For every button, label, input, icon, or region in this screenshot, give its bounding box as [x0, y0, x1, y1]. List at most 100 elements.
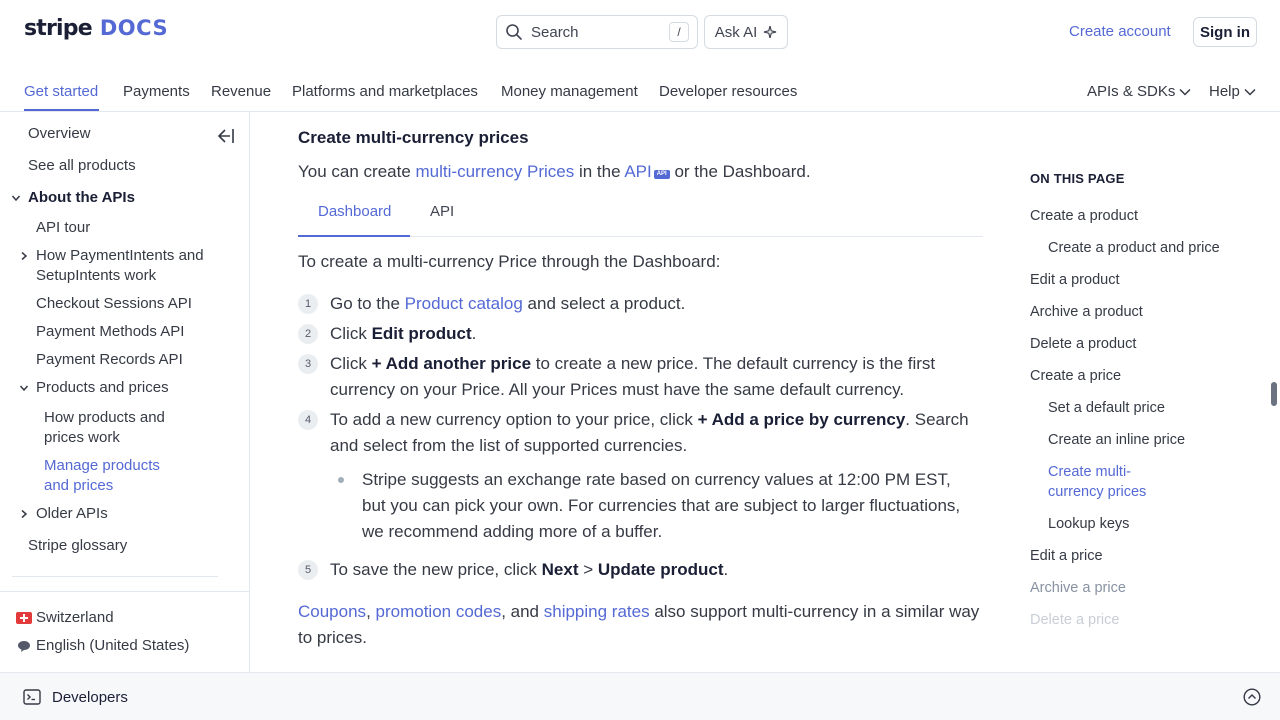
sidebar-item-older-apis[interactable]: Older APIs	[36, 504, 108, 524]
developers-footer: Developers	[0, 672, 1280, 720]
sidebar-item-how-paymentintents[interactable]: How PaymentIntents and	[36, 246, 204, 266]
sidebar-item-manage-products[interactable]: Manage products	[44, 456, 160, 476]
intro-paragraph: You can create multi-currency Prices in …	[298, 159, 811, 185]
tab-active-underline	[298, 235, 410, 237]
toc-item[interactable]: Archive a price	[1030, 578, 1126, 598]
nav-item-payments[interactable]: Payments	[123, 83, 190, 100]
toc-item[interactable]: Create a product	[1030, 206, 1138, 226]
sidebar-divider	[12, 576, 218, 577]
nav-active-underline	[24, 109, 99, 111]
sidebar-item-how-products-work[interactable]: How products and	[44, 408, 165, 428]
step-text: and select a product.	[522, 294, 686, 313]
bullet-dot	[338, 477, 344, 483]
sidebar-item-how-paymentintents-cont[interactable]: SetupIntents work	[36, 266, 156, 286]
logo-docs: DOCS	[99, 16, 169, 40]
chevron-down-icon[interactable]	[19, 383, 29, 393]
search-shortcut-key: /	[669, 22, 689, 42]
tab-dashboard[interactable]: Dashboard	[318, 203, 391, 220]
promotion-codes-link[interactable]: promotion codes	[376, 602, 502, 621]
nav-item-get-started[interactable]: Get started	[24, 83, 98, 100]
search-placeholder: Search	[531, 23, 579, 41]
sidebar-item-products-and-prices[interactable]: Products and prices	[36, 378, 169, 398]
step-number: 4	[298, 410, 318, 430]
chevron-up-circle-icon[interactable]	[1243, 688, 1261, 706]
sidebar-item-payment-methods[interactable]: Payment Methods API	[36, 322, 184, 342]
step-1: Go to the Product catalog and select a p…	[330, 291, 985, 317]
nav-item-revenue[interactable]: Revenue	[211, 83, 271, 100]
search-input[interactable]: Search /	[496, 15, 698, 49]
country-selector[interactable]: Switzerland	[36, 608, 114, 628]
step-text: Click	[330, 324, 372, 343]
toc-item[interactable]: Edit a price	[1030, 546, 1103, 566]
sidebar-item-overview[interactable]: Overview	[28, 124, 91, 144]
ask-ai-button[interactable]: Ask AI	[704, 15, 788, 49]
toc-item[interactable]: Edit a product	[1030, 270, 1119, 290]
toc-item[interactable]: Archive a product	[1030, 302, 1143, 322]
developers-label[interactable]: Developers	[52, 689, 128, 706]
terminal-icon	[23, 689, 41, 705]
step-number: 3	[298, 354, 318, 374]
toc-item-active[interactable]: Create multi-	[1048, 462, 1131, 482]
sidebar-item-manage-products-cont[interactable]: and prices	[44, 476, 113, 496]
stripe-docs-logo[interactable]: stripe DOCS	[24, 16, 168, 41]
chevron-right-icon[interactable]	[19, 509, 29, 519]
step-5: To save the new price, click Next > Upda…	[330, 557, 985, 583]
nav-item-money-management[interactable]: Money management	[501, 83, 638, 100]
api-link[interactable]: API	[624, 162, 651, 181]
step-number: 5	[298, 560, 318, 580]
closing-text: , and	[501, 602, 544, 621]
step-text: .	[723, 560, 729, 579]
sidebar-footer-divider	[0, 591, 250, 592]
step-4: To add a new currency option to your pri…	[330, 407, 985, 459]
sidebar-item-about-the-apis[interactable]: About the APIs	[28, 188, 135, 208]
multi-currency-prices-link[interactable]: multi-currency Prices	[416, 162, 575, 181]
step-number: 2	[298, 324, 318, 344]
scrollbar-thumb[interactable]	[1271, 382, 1277, 406]
sidebar-item-see-all-products[interactable]: See all products	[28, 156, 136, 176]
step-text: .	[471, 324, 477, 343]
sidebar-item-checkout-sessions[interactable]: Checkout Sessions API	[36, 294, 192, 314]
coupons-link[interactable]: Coupons	[298, 602, 366, 621]
sidebar-item-payment-records[interactable]: Payment Records API	[36, 350, 183, 370]
sign-in-button[interactable]: Sign in	[1193, 17, 1257, 47]
shipping-rates-link[interactable]: shipping rates	[544, 602, 650, 621]
step-bold-text: Next	[541, 560, 579, 579]
step-bold-text: Edit product	[371, 324, 472, 343]
nav-item-help[interactable]: Help	[1209, 83, 1256, 100]
collapse-sidebar-icon[interactable]	[217, 128, 235, 144]
step-4-note: Stripe suggests an exchange rate based o…	[362, 470, 961, 541]
sidebar-item-stripe-glossary[interactable]: Stripe glossary	[28, 536, 127, 556]
nav-item-platforms[interactable]: Platforms and marketplaces	[292, 83, 478, 100]
help-label: Help	[1209, 83, 1240, 100]
chevron-down-icon[interactable]	[11, 193, 21, 203]
step-3: Click + Add another price to create a ne…	[330, 351, 985, 403]
tab-api[interactable]: API	[430, 203, 454, 220]
step-2: Click Edit product.	[330, 321, 985, 347]
chevron-down-icon	[1179, 88, 1191, 96]
toc-item[interactable]: Lookup keys	[1048, 514, 1129, 534]
sidebar-item-api-tour[interactable]: API tour	[36, 218, 90, 238]
toc-item[interactable]: Create an inline price	[1048, 430, 1185, 450]
toc-item[interactable]: Set a default price	[1048, 398, 1165, 418]
sidebar-item-how-products-work-cont[interactable]: prices work	[44, 428, 120, 448]
language-selector[interactable]: English (United States)	[36, 636, 189, 656]
toc-item[interactable]: Create a product and price	[1048, 238, 1220, 258]
nav-item-developer-resources[interactable]: Developer resources	[659, 83, 797, 100]
chevron-right-icon[interactable]	[19, 251, 29, 261]
section-heading: Create multi-currency prices	[298, 128, 529, 147]
product-catalog-link[interactable]: Product catalog	[405, 294, 523, 313]
toc-item[interactable]: Delete a price	[1030, 610, 1119, 630]
closing-text: ,	[366, 602, 376, 621]
step-text: Go to the	[330, 294, 405, 313]
toc-item[interactable]: Delete a product	[1030, 334, 1136, 354]
closing-paragraph: Coupons, promotion codes, and shipping r…	[298, 599, 988, 651]
create-account-link[interactable]: Create account	[1069, 23, 1171, 40]
chevron-down-icon	[1244, 88, 1256, 96]
lead-paragraph: To create a multi-currency Price through…	[298, 252, 721, 271]
nav-item-apis-sdks[interactable]: APIs & SDKs	[1087, 83, 1191, 100]
top-bar: stripe DOCS Search / Ask AI Create accou…	[0, 0, 1280, 64]
toc-item[interactable]: Create a price	[1030, 366, 1121, 386]
main-nav: Get started Payments Revenue Platforms a…	[0, 64, 1280, 112]
toc-item-active[interactable]: currency prices	[1048, 482, 1146, 502]
step-text: >	[578, 560, 598, 579]
